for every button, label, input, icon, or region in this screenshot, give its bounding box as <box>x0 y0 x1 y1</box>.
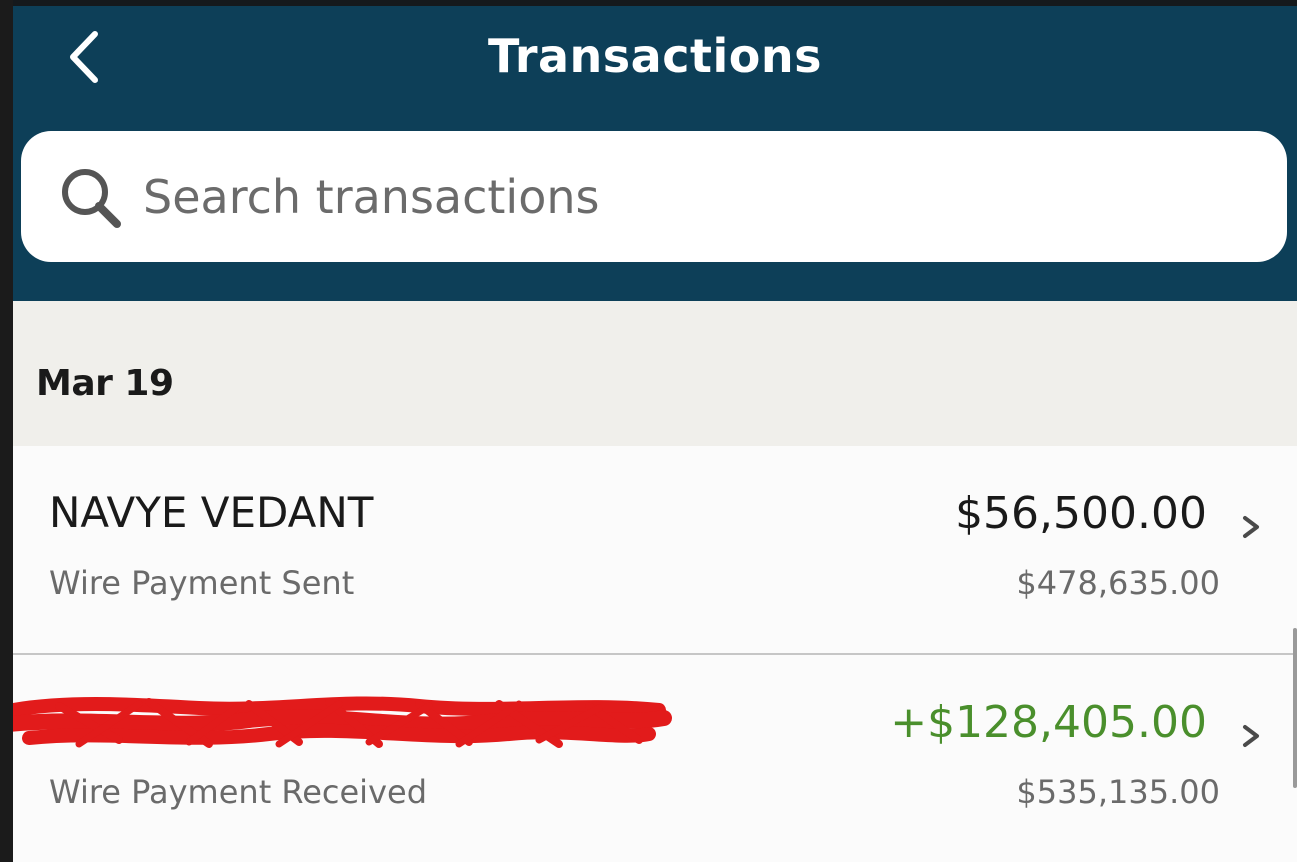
page-title: Transactions <box>488 29 822 83</box>
search-input[interactable] <box>143 157 1243 237</box>
chevron-right-icon <box>1243 516 1259 538</box>
transaction-amount: $56,500.00 <box>955 488 1207 539</box>
transactions-screen: Transactions Mar 19 NAVYE VEDANT Wire Pa… <box>13 0 1297 862</box>
redaction-scribble <box>13 696 672 748</box>
header-bar: Transactions <box>13 0 1297 301</box>
transaction-amount: +$128,405.00 <box>890 697 1207 748</box>
status-edge <box>13 0 1297 6</box>
date-section-header: Mar 19 <box>13 301 1297 446</box>
transaction-row[interactable]: Wire Payment Received +$128,405.00 $535,… <box>13 655 1297 862</box>
transaction-row[interactable]: NAVYE VEDANT Wire Payment Sent $56,500.0… <box>13 446 1297 654</box>
chevron-right-icon <box>1243 725 1259 747</box>
transaction-balance: $535,135.00 <box>1016 773 1220 811</box>
date-label: Mar 19 <box>36 363 174 404</box>
transaction-payee: NAVYE VEDANT <box>49 488 374 537</box>
transaction-type: Wire Payment Received <box>49 773 427 811</box>
transaction-balance: $478,635.00 <box>1016 564 1220 602</box>
search-bar[interactable] <box>21 131 1287 262</box>
transaction-type: Wire Payment Sent <box>49 564 355 602</box>
search-icon <box>62 169 121 228</box>
scrollbar[interactable] <box>1293 628 1297 788</box>
